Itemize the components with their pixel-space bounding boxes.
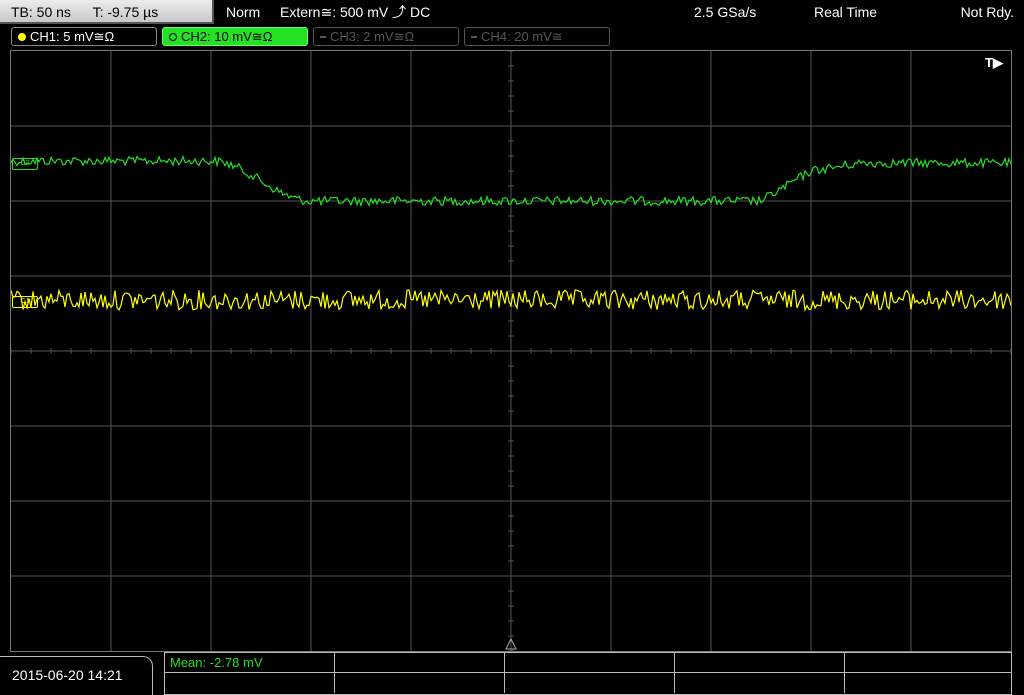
trigger-time-label: T: -9.75 µs	[92, 4, 159, 20]
timebase-box[interactable]: TB: 50 ns T: -9.75 µs	[0, 0, 214, 24]
measurement-slot-9[interactable]	[675, 673, 845, 693]
ch1-indicator-icon	[18, 33, 26, 41]
trigger-position-marker[interactable]: T▶	[985, 55, 1003, 71]
measurement-slot-2[interactable]	[335, 653, 505, 673]
waveform-canvas	[11, 51, 1011, 651]
measurement-mean[interactable]: Mean: -2.78 mV	[165, 653, 335, 673]
ch3-indicator-icon	[320, 36, 326, 38]
datetime-display: 2015-06-20 14:21	[0, 656, 153, 695]
measurement-slot-10[interactable]	[845, 673, 1011, 693]
measurement-slot-8[interactable]	[505, 673, 675, 693]
status-bar: Norm Extern≅: 500 mV ⤴ DC 2.5 GSa/s Real…	[216, 0, 1024, 24]
ch1-offset-marker[interactable]: C1	[12, 296, 38, 308]
ch2-label: CH2: 10 mV≅Ω	[181, 29, 273, 44]
timebase-label: TB: 50 ns	[11, 4, 71, 20]
measurement-slot-5[interactable]	[845, 653, 1011, 673]
ch1-label: CH1: 5 mV≅Ω	[30, 29, 115, 44]
measurement-slot-4[interactable]	[675, 653, 845, 673]
datetime-label: 2015-06-20 14:21	[12, 667, 123, 683]
measurement-panel[interactable]: Mean: -2.78 mV	[164, 652, 1012, 695]
measurement-slot-6[interactable]	[165, 673, 335, 693]
waveform-display[interactable]: T▶ C2 C1	[10, 50, 1012, 652]
ch4-label: CH4: 20 mV≅	[481, 29, 563, 44]
ch3-label: CH3: 2 mV≅Ω	[330, 29, 415, 44]
ch2-indicator-icon	[169, 33, 177, 41]
channel-tab-ch3[interactable]: CH3: 2 mV≅Ω	[313, 27, 459, 46]
measurement-slot-7[interactable]	[335, 673, 505, 693]
acquisition-mode[interactable]: Real Time	[814, 0, 877, 24]
channel-tab-ch2[interactable]: CH2: 10 mV≅Ω	[162, 27, 308, 46]
ch4-indicator-icon	[471, 36, 477, 38]
ch2-offset-marker[interactable]: C2	[12, 158, 38, 170]
trigger-source[interactable]: Extern≅: 500 mV ⤴ DC	[280, 0, 430, 24]
sample-rate: 2.5 GSa/s	[694, 4, 757, 20]
ready-state: Not Rdy.	[960, 4, 1014, 20]
channel-tab-ch4[interactable]: CH4: 20 mV≅	[464, 27, 610, 46]
measurement-slot-3[interactable]	[505, 653, 675, 673]
channel-tab-ch1[interactable]: CH1: 5 mV≅Ω	[11, 27, 157, 46]
trigger-mode[interactable]: Norm	[226, 0, 260, 24]
